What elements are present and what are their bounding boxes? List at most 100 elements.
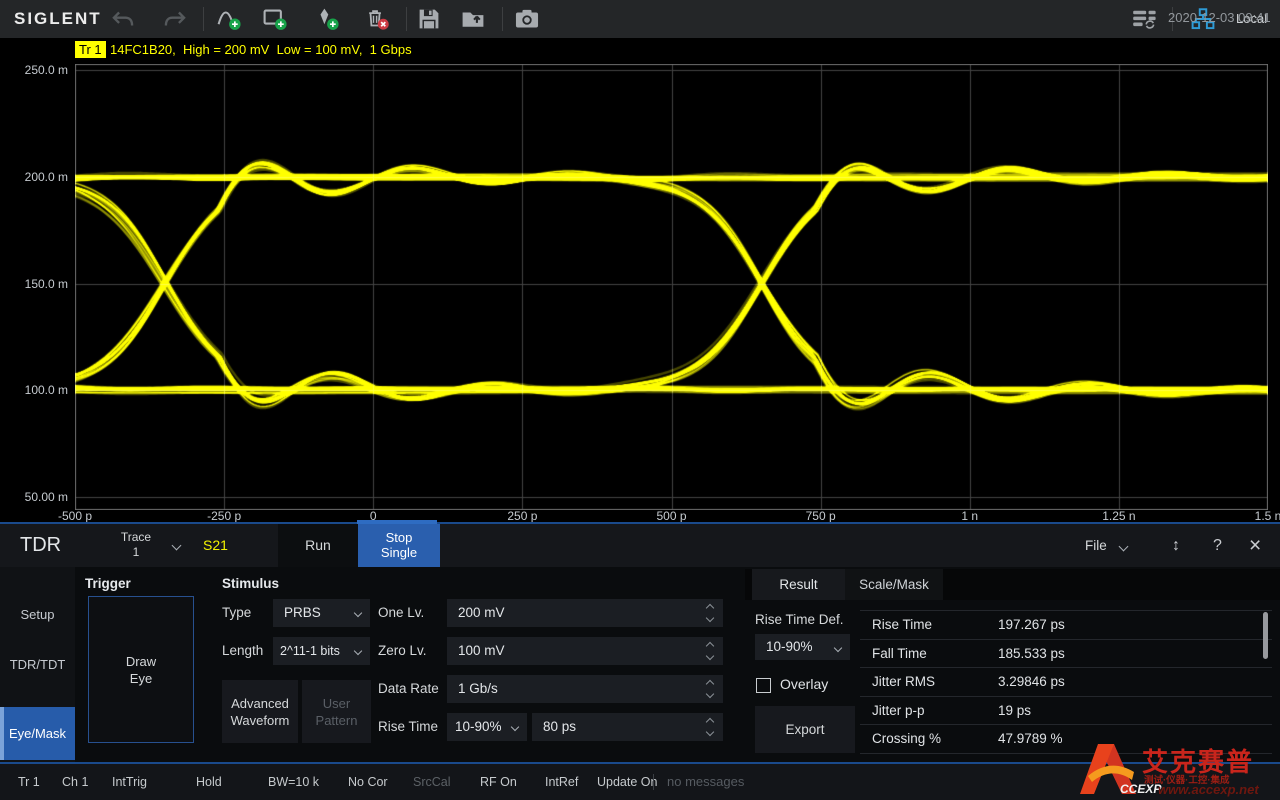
top-toolbar: SIGLENT <box>0 0 1280 38</box>
trace-selector[interactable]: Trace 1 <box>100 524 172 567</box>
datetime-display: 2020-12-03 09:41 <box>1168 0 1271 36</box>
result-row-value: 47.9789 % <box>998 725 1063 754</box>
add-window-icon[interactable] <box>262 6 288 32</box>
y-tick-label: 100.0 m <box>25 383 68 397</box>
length-dropdown[interactable]: 2^11-1 bits <box>273 637 370 665</box>
result-row-value: 19 ps <box>998 697 1031 726</box>
toolbar-separator <box>502 7 503 31</box>
y-tick-label: 250.0 m <box>25 63 68 77</box>
add-marker-icon[interactable] <box>314 6 340 32</box>
sidebar-item-eyemask[interactable]: Eye/Mask <box>0 707 75 760</box>
length-label: Length <box>222 637 263 665</box>
sidebar-item-tdrtdt[interactable]: TDR/TDT <box>0 639 75 689</box>
x-tick-label: 250 p <box>507 509 537 523</box>
status-bar: Tr 1Ch 1IntTrigHoldBW=10 kNo CorSrcCalRF… <box>0 764 1280 800</box>
eye-diagram-plot <box>75 64 1268 510</box>
spinner-control[interactable] <box>705 678 717 700</box>
tab-scale-mask[interactable]: Scale/Mask <box>845 569 943 600</box>
recall-icon[interactable] <box>460 6 486 32</box>
trace-info-bar: Tr 1 14FC1B20, High = 200 mV Low = 100 m… <box>0 40 1280 59</box>
result-row-label: Rise Time <box>872 611 932 640</box>
redo-icon[interactable] <box>162 6 188 32</box>
add-trace-icon[interactable] <box>216 6 242 32</box>
one-level-input[interactable]: 200 mV <box>447 599 723 627</box>
result-row-label: Jitter RMS <box>872 668 935 697</box>
data-rate-input[interactable]: 1 Gb/s <box>447 675 723 703</box>
trigger-header: Trigger <box>85 576 131 591</box>
overlay-label: Overlay <box>780 676 828 692</box>
save-icon[interactable] <box>416 6 442 32</box>
panel-sidebar: Setup TDR/TDT Eye/Mask <box>0 567 75 762</box>
data-rate-value: 1 Gb/s <box>447 675 723 703</box>
close-button[interactable]: × <box>1249 524 1261 567</box>
status-item-intref: IntRef <box>545 764 578 800</box>
panel-header: TDR Trace 1 S21 Run Stop Single File ↕ ?… <box>0 524 1280 567</box>
result-row-label: Crossing % <box>872 725 941 754</box>
x-tick-label: 1.5 n <box>1255 509 1280 523</box>
result-row-label: Jitter p-p <box>872 697 925 726</box>
stop-line2: Single <box>358 545 440 560</box>
status-item-rf-on: RF On <box>480 764 517 800</box>
x-tick-label: -250 p <box>207 509 241 523</box>
status-separator <box>653 774 654 790</box>
draw-eye-button[interactable]: Draw Eye <box>88 596 194 743</box>
file-label: File <box>1085 538 1107 553</box>
user-line2: Pattern <box>316 712 358 729</box>
result-scrollbar-thumb[interactable] <box>1263 612 1268 659</box>
x-tick-label: 1 n <box>961 509 978 523</box>
result-rise-def-dropdown[interactable]: 10-90% <box>755 634 850 660</box>
type-label: Type <box>222 599 251 627</box>
trace-badge: Tr 1 <box>75 41 106 58</box>
status-item-no-cor: No Cor <box>348 764 388 800</box>
advanced-waveform-button[interactable]: Advanced Waveform <box>222 680 298 743</box>
user-line1: User <box>316 695 358 712</box>
stop-single-button[interactable]: Stop Single <box>358 524 440 567</box>
spinner-control[interactable] <box>705 602 717 624</box>
data-rate-label: Data Rate <box>378 675 439 703</box>
result-row-value: 197.267 ps <box>998 611 1065 640</box>
rise-time-value: 80 ps <box>532 713 723 741</box>
delete-icon[interactable] <box>364 6 390 32</box>
rise-time-def-label: Rise Time Def. <box>755 606 844 634</box>
screenshot-icon[interactable] <box>514 6 540 32</box>
result-row: Jitter p-p 19 ps <box>860 697 1272 726</box>
zero-level-value: 100 mV <box>447 637 723 665</box>
result-table: Rise Time197.267 psFall Time185.533 psJi… <box>860 610 1272 753</box>
sparam-label: S21 <box>203 524 228 567</box>
help-button[interactable]: ? <box>1213 524 1222 567</box>
draw-eye-line2: Eye <box>126 670 156 687</box>
spinner-control[interactable] <box>705 716 717 738</box>
user-pattern-button[interactable]: User Pattern <box>302 680 371 743</box>
status-item-hold: Hold <box>196 764 222 800</box>
y-tick-label: 50.00 m <box>25 490 68 504</box>
trace-params: 14FC1B20, High = 200 mV Low = 100 mV, 1 … <box>110 41 412 58</box>
type-dropdown[interactable]: PRBS <box>273 599 370 627</box>
trace-selector-label: Trace <box>100 530 172 545</box>
tab-result[interactable]: Result <box>752 569 845 600</box>
preset-list-icon[interactable] <box>1132 6 1158 32</box>
status-item-tr-1: Tr 1 <box>18 764 40 800</box>
one-level-label: One Lv. <box>378 599 424 627</box>
chevron-down-icon <box>1118 542 1128 552</box>
status-item-bw-10-k: BW=10 k <box>268 764 319 800</box>
run-button[interactable]: Run <box>278 524 358 567</box>
sidebar-item-setup[interactable]: Setup <box>0 589 75 639</box>
stop-line1: Stop <box>358 530 440 545</box>
adv-line2: Waveform <box>231 712 290 729</box>
file-menu[interactable]: File <box>1085 524 1107 567</box>
resize-panel-button[interactable]: ↕ <box>1172 524 1180 567</box>
tdr-control-panel: TDR Trace 1 S21 Run Stop Single File ↕ ?… <box>0 524 1280 762</box>
status-item-inttrig: IntTrig <box>112 764 147 800</box>
spinner-control[interactable] <box>705 640 717 662</box>
status-item-srccal: SrcCal <box>413 764 451 800</box>
result-row-value: 3.29846 ps <box>998 668 1065 697</box>
overlay-checkbox[interactable] <box>756 678 771 693</box>
rise-def-dropdown[interactable]: 10-90% <box>447 713 527 741</box>
trace-selector-value: 1 <box>100 545 172 560</box>
export-button[interactable]: Export <box>755 706 855 753</box>
x-tick-label: -500 p <box>58 509 92 523</box>
rise-time-input[interactable]: 80 ps <box>532 713 723 741</box>
undo-icon[interactable] <box>110 6 136 32</box>
result-tabstrip: Result Scale/Mask <box>745 569 1280 600</box>
zero-level-input[interactable]: 100 mV <box>447 637 723 665</box>
